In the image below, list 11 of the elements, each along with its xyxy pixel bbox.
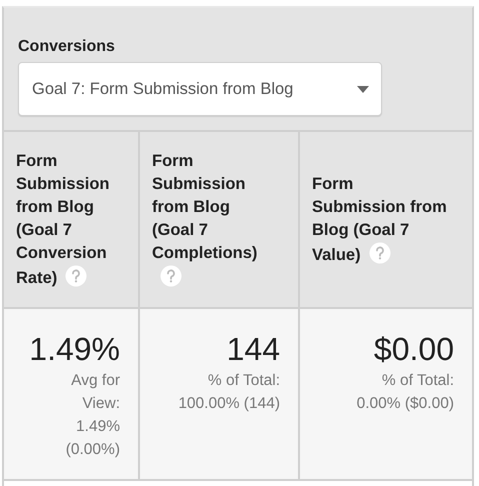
metric-value: 144 [226,330,280,369]
section-label: Conversions [18,38,115,56]
metric-comparison: % of Total: 0.00% ($0.00) [356,371,454,414]
metric-comparison: % of Total: 100.00% (144) [177,371,280,414]
column-title[interactable]: Form Submission from Blog (Goal 7 Conversion Rate) [16,150,126,290]
metric-value: 1.49% [29,330,120,369]
metric-value: $0.00 [374,330,454,369]
goal-dropdown[interactable]: Goal 7: Form Submission from Blog [18,62,382,116]
column-title[interactable]: Form Submission from Blog (Goal 7 Completions) [152,150,270,290]
column-title[interactable]: Form Submission from Blog (Goal 7 Value) [312,172,448,266]
metric-comparison: Avg for View: 1.49% (0.00%) [64,371,120,460]
